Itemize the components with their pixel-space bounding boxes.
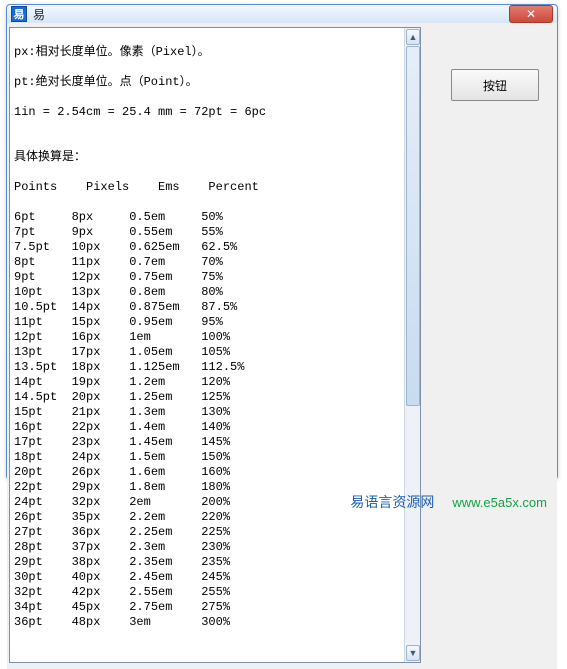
text-area-container: px:相对长度单位。像素（Pixel）。 pt:绝对长度单位。点（Point）。… (9, 27, 421, 663)
table-row: 28pt 37px 2.3em 230% (14, 540, 400, 555)
table-row: 15pt 21px 1.3em 130% (14, 405, 400, 420)
table-row: 11pt 15px 0.95em 95% (14, 315, 400, 330)
table-row: 13.5pt 18px 1.125em 112.5% (14, 360, 400, 375)
table-row: 8pt 11px 0.7em 70% (14, 255, 400, 270)
table-row: 12pt 16px 1em 100% (14, 330, 400, 345)
intro-line: 1in = 2.54cm = 25.4 mm = 72pt = 6pc (14, 105, 400, 120)
close-button[interactable]: ✕ (509, 5, 553, 23)
table-row: 10.5pt 14px 0.875em 87.5% (14, 300, 400, 315)
intro-line: pt:绝对长度单位。点（Point）。 (14, 75, 400, 90)
table-row: 7pt 9px 0.55em 55% (14, 225, 400, 240)
conversion-text-area[interactable]: px:相对长度单位。像素（Pixel）。 pt:绝对长度单位。点（Point）。… (10, 28, 404, 662)
table-row: 14.5pt 20px 1.25em 125% (14, 390, 400, 405)
table-row: 29pt 38px 2.35em 235% (14, 555, 400, 570)
table-row: 34pt 45px 2.75em 275% (14, 600, 400, 615)
footer-url: www.e5a5x.com (452, 495, 547, 510)
footer: 易语言资源网 www.e5a5x.com (350, 492, 547, 512)
vertical-scrollbar[interactable]: ▲ ▼ (404, 28, 420, 662)
app-icon: 易 (11, 6, 27, 22)
footer-brand: 易语言资源网 (350, 492, 434, 512)
intro-line: 具体换算是： (14, 150, 400, 165)
table-row: 24pt 32px 2em 200% (14, 495, 400, 510)
window-title: 易 (33, 6, 509, 23)
table-row: 9pt 12px 0.75em 75% (14, 270, 400, 285)
scroll-down-button[interactable]: ▼ (406, 645, 420, 661)
table-row: 7.5pt 10px 0.625em 62.5% (14, 240, 400, 255)
scroll-thumb[interactable] (406, 46, 420, 406)
titlebar: 易 易 ✕ (7, 5, 557, 23)
scroll-up-button[interactable]: ▲ (406, 29, 420, 45)
table-row: 14pt 19px 1.2em 120% (14, 375, 400, 390)
intro-line: px:相对长度单位。像素（Pixel）。 (14, 45, 400, 60)
table-row: 6pt 8px 0.5em 50% (14, 210, 400, 225)
chevron-up-icon: ▲ (409, 32, 418, 42)
table-row: 22pt 29px 1.8em 180% (14, 480, 400, 495)
table-row: 13pt 17px 1.05em 105% (14, 345, 400, 360)
table-row: 16pt 22px 1.4em 140% (14, 420, 400, 435)
close-icon: ✕ (526, 7, 536, 21)
table-row: 18pt 24px 1.5em 150% (14, 450, 400, 465)
client-area: px:相对长度单位。像素（Pixel）。 pt:绝对长度单位。点（Point）。… (7, 23, 557, 669)
table-header: Points Pixels Ems Percent (14, 180, 400, 195)
table-row: 20pt 26px 1.6em 160% (14, 465, 400, 480)
table-row: 17pt 23px 1.45em 145% (14, 435, 400, 450)
action-button[interactable]: 按钮 (451, 69, 539, 101)
table-row: 10pt 13px 0.8em 80% (14, 285, 400, 300)
table-row: 30pt 40px 2.45em 245% (14, 570, 400, 585)
app-window: 易 易 ✕ px:相对长度单位。像素（Pixel）。 pt:绝对长度单位。点（P… (6, 4, 558, 480)
table-row: 32pt 42px 2.55em 255% (14, 585, 400, 600)
chevron-down-icon: ▼ (409, 648, 418, 658)
table-row: 27pt 36px 2.25em 225% (14, 525, 400, 540)
right-pane: 按钮 (439, 27, 551, 663)
table-row: 36pt 48px 3em 300% (14, 615, 400, 630)
